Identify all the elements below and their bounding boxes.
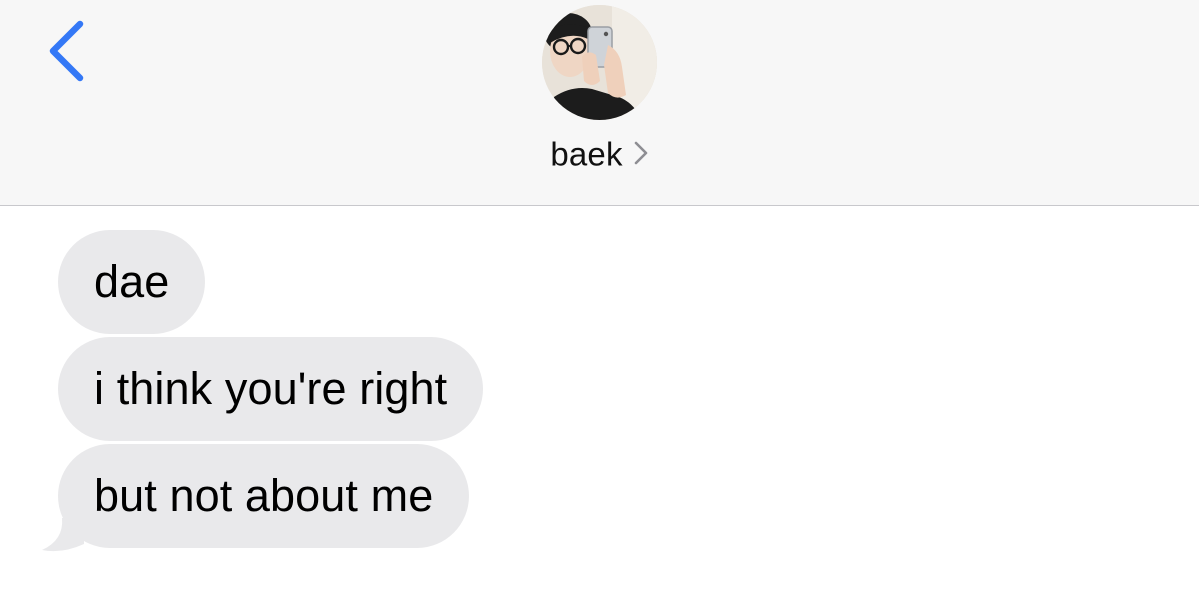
incoming-message-bubble[interactable]: i think you're right <box>58 337 484 441</box>
contact-name: baek <box>550 135 623 173</box>
message-thread: dae i think you're right but not about m… <box>0 206 1199 607</box>
back-button[interactable] <box>40 18 100 88</box>
bubble-tail <box>40 518 100 558</box>
incoming-message-bubble[interactable]: dae <box>58 230 206 334</box>
chevron-right-icon <box>633 140 649 166</box>
messages-screen: baek dae i think you're right but not ab… <box>0 0 1199 607</box>
chevron-left-icon <box>49 20 84 82</box>
contact-name-button[interactable]: baek <box>0 133 1199 173</box>
conversation-header: baek <box>0 0 1199 206</box>
incoming-message-bubble[interactable]: but not about me <box>58 444 470 548</box>
avatar[interactable] <box>542 5 657 120</box>
